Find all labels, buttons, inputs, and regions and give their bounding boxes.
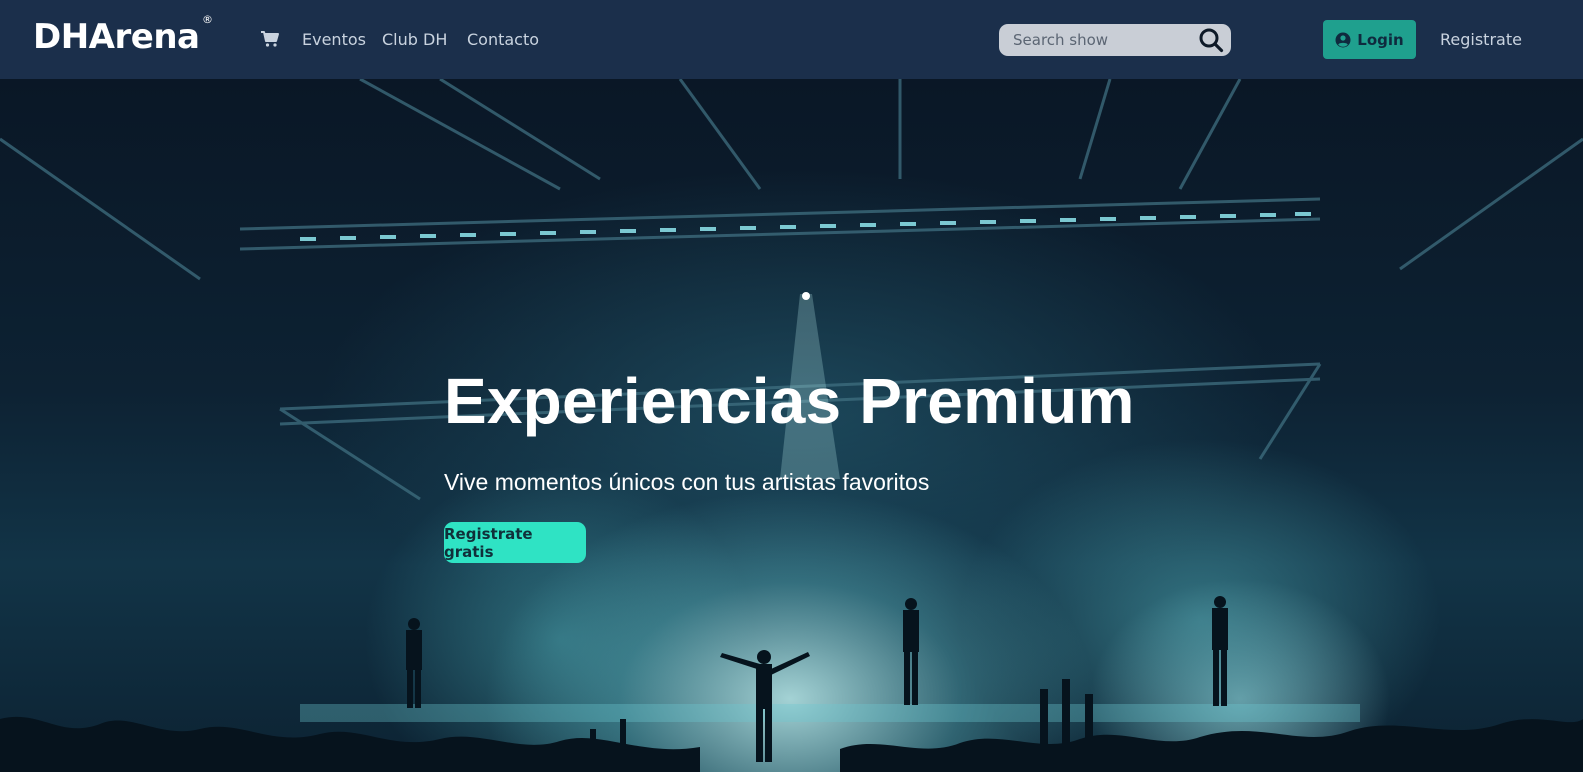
nav-link-club-dh[interactable]: Club DH (382, 30, 447, 50)
user-circle-icon (1335, 32, 1351, 48)
page: DHArena ® Eventos Club DH Contacto Searc… (0, 0, 1583, 772)
register-link[interactable]: Registrate (1440, 30, 1522, 50)
search-box (999, 24, 1231, 56)
login-button[interactable]: Login (1323, 20, 1416, 59)
brand-logo[interactable]: DHArena (33, 17, 200, 57)
search-input[interactable] (999, 24, 1189, 56)
register-free-button[interactable]: Registrate gratis (444, 522, 586, 563)
login-label: Login (1357, 30, 1404, 49)
nav-link-contacto[interactable]: Contacto (467, 30, 539, 50)
nav-link-eventos[interactable]: Eventos (302, 30, 366, 50)
search-icon[interactable] (1198, 27, 1224, 53)
hero-banner: Experiencias Premium Vive momentos único… (0, 79, 1583, 772)
shopping-cart-icon[interactable] (260, 30, 280, 48)
hero-title: Experiencias Premium (444, 365, 1135, 437)
navbar: DHArena ® Eventos Club DH Contacto Searc… (0, 0, 1583, 79)
registered-mark: ® (202, 13, 213, 26)
hero-subtitle: Vive momentos únicos con tus artistas fa… (444, 469, 930, 495)
